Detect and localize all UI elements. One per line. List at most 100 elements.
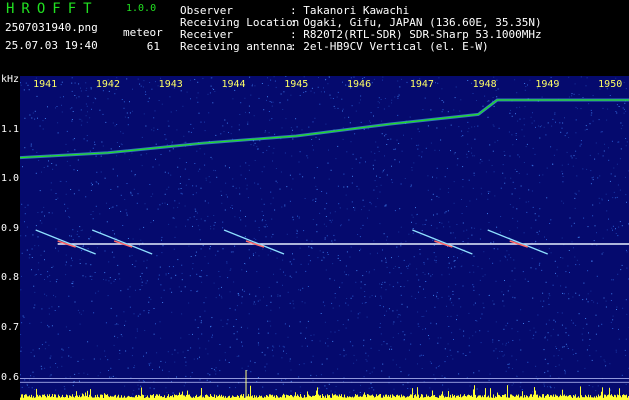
noise-speck [598,119,600,121]
activity-bar [307,391,308,400]
noise-speck [239,217,241,219]
noise-speck [244,97,246,99]
noise-speck [400,286,402,287]
noise-speck [373,78,375,80]
activity-bar [37,394,38,400]
activity-bar [85,392,86,400]
noise-speck [468,179,470,181]
noise-speck [190,256,192,257]
activity-bar [141,387,142,400]
noise-speck [493,241,495,243]
noise-speck [301,129,303,131]
noise-speck [317,257,319,259]
activity-bar [450,394,451,400]
noise-speck [285,118,287,120]
noise-speck [221,297,223,299]
activity-bar [51,396,52,400]
noise-speck [238,124,240,126]
noise-speck [210,85,212,87]
noise-speck [405,240,407,242]
noise-speck [578,236,580,238]
noise-speck [454,97,456,99]
noise-speck [407,280,409,282]
noise-speck [36,95,38,97]
noise-speck [498,127,500,129]
noise-speck [505,344,507,346]
activity-bar [201,388,202,400]
noise-speck [589,338,591,340]
noise-speck [213,282,215,284]
noise-speck [315,136,317,138]
noise-speck [80,313,82,315]
noise-speck [155,158,156,160]
noise-speck [354,207,356,209]
noise-speck [204,220,206,222]
noise-speck [81,229,83,231]
noise-speck [129,306,131,308]
noise-speck [545,134,547,136]
noise-speck [133,367,135,369]
activity-bar [428,395,429,400]
noise-speck [305,270,307,272]
activity-bar [168,394,169,400]
noise-speck [384,281,386,283]
noise-speck [566,345,568,347]
noise-speck [116,205,118,207]
noise-speck [334,211,336,213]
noise-speck [139,313,141,315]
noise-speck [345,302,347,304]
noise-speck [201,281,203,283]
noise-speck [400,242,402,244]
noise-speck [516,107,518,109]
noise-speck [524,83,526,84]
noise-speck [189,217,191,219]
noise-speck [123,311,125,313]
noise-speck [175,226,177,228]
noise-speck [547,363,549,365]
noise-speck [240,219,242,221]
noise-speck [264,366,266,368]
noise-speck [280,93,282,95]
activity-bar [404,396,405,400]
noise-speck [317,86,319,88]
noise-speck [159,321,161,323]
noise-speck [55,107,56,109]
noise-speck [269,320,271,322]
noise-speck [253,254,254,256]
noise-speck [308,246,310,248]
activity-bar [612,395,613,400]
noise-speck [305,91,307,93]
noise-speck [482,275,484,277]
activity-bar [522,391,523,400]
activity-bar [465,395,466,400]
activity-bar [581,395,582,400]
noise-speck [611,227,613,229]
activity-bar [297,394,298,400]
activity-bar [515,396,516,400]
noise-speck [346,208,348,210]
noise-speck [295,118,297,120]
noise-speck [543,385,545,387]
noise-speck [285,76,287,77]
noise-speck [189,275,191,277]
noise-speck [547,332,549,334]
activity-bar [232,395,233,400]
noise-speck [586,168,588,170]
noise-speck [136,202,138,204]
time-tick-label: 1943 [158,79,183,90]
noise-speck [110,189,112,190]
noise-speck [581,333,583,335]
noise-speck [140,239,142,241]
noise-speck [524,106,526,108]
noise-speck [561,200,563,202]
noise-speck [129,286,131,288]
activity-bar [399,395,400,400]
observation-datetime: 25.07.03 19:40 [5,39,98,52]
noise-speck [24,221,25,223]
noise-speck [208,340,210,342]
noise-speck [436,167,438,169]
noise-speck [588,345,590,346]
noise-speck [289,174,291,176]
noise-speck [472,155,474,157]
noise-speck [255,239,257,240]
